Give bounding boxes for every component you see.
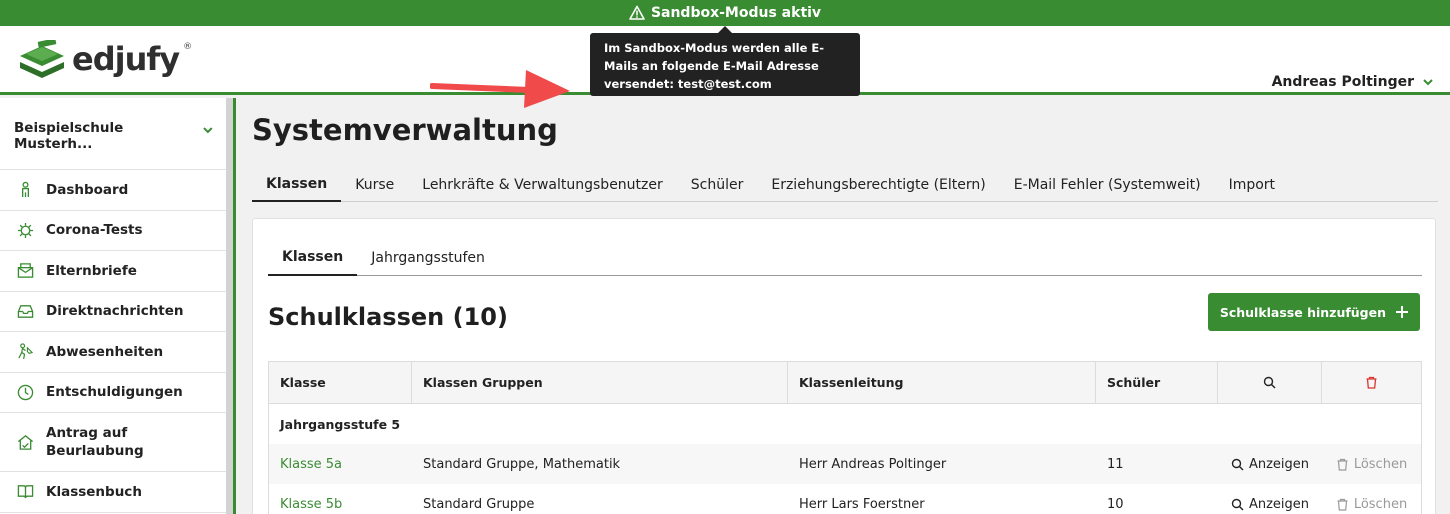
- subtab-jahrgangsstufen[interactable]: Jahrgangsstufen: [357, 239, 499, 276]
- sidebar-item-entschuldigungen[interactable]: Entschuldigungen: [0, 373, 226, 413]
- school-selector[interactable]: Beispielschule Musterh...: [0, 98, 226, 170]
- column-header-show: [1218, 362, 1322, 403]
- sandbox-tooltip: Im Sandbox-Modus werden alle E-Mails an …: [590, 26, 860, 96]
- column-header-schueler[interactable]: Schüler: [1096, 362, 1218, 403]
- delete-label: Löschen: [1353, 456, 1408, 472]
- sidebar-item-abwesenheiten[interactable]: Abwesenheiten: [0, 332, 226, 373]
- user-name: Andreas Poltinger: [1271, 74, 1414, 90]
- plus-icon: [1396, 306, 1408, 318]
- table-header: Klasse Klassen Gruppen Klassenleitung Sc…: [269, 362, 1421, 404]
- chevron-down-icon: [1423, 79, 1433, 86]
- tab-klassen[interactable]: Klassen: [252, 168, 342, 202]
- sidebar-item-label: Dashboard: [46, 181, 129, 198]
- add-schulklasse-button[interactable]: Schulklasse hinzufügen: [1207, 293, 1420, 331]
- class-link[interactable]: Klasse 5a: [269, 444, 412, 484]
- tab-schueler[interactable]: Schüler: [677, 168, 758, 202]
- sandbox-banner-text: Sandbox-Modus aktiv: [650, 5, 822, 21]
- section-title: Schulklassen (10): [268, 303, 508, 331]
- column-header-leitung[interactable]: Klassenleitung: [788, 362, 1096, 403]
- sidebar-item-label: Elternbriefe: [46, 262, 137, 279]
- school-name: Beispielschule Musterh...: [14, 120, 124, 152]
- show-label: Anzeigen: [1248, 456, 1310, 472]
- delete-label: Löschen: [1353, 496, 1408, 512]
- delete-button[interactable]: Löschen: [1322, 484, 1421, 514]
- search-icon: [1231, 498, 1244, 510]
- tab-erziehungsberechtigte[interactable]: Erziehungsberechtigte (Eltern): [757, 168, 999, 202]
- search-icon: [1231, 458, 1244, 470]
- student-count: 11: [1107, 456, 1124, 472]
- sidebar-item-corona-tests[interactable]: Corona-Tests: [0, 211, 226, 251]
- letter-icon: [16, 262, 34, 280]
- subtab-klassen[interactable]: Klassen: [268, 239, 358, 276]
- sub-tabs: Klassen Jahrgangsstufen: [268, 239, 1422, 276]
- sidebar-item-dashboard[interactable]: Dashboard: [0, 170, 226, 211]
- sidebar-item-label: Entschuldigungen: [46, 384, 183, 401]
- sidebar-item-label: Corona-Tests: [46, 222, 143, 239]
- sidebar: Beispielschule Musterh... Dashboard Coro…: [0, 98, 226, 514]
- sidebar-item-elternbriefe[interactable]: Elternbriefe: [0, 251, 226, 292]
- add-button-label: Schulklasse hinzufügen: [1219, 304, 1386, 320]
- student-count: 10: [1107, 496, 1124, 512]
- book-icon: [16, 483, 34, 501]
- page-title: Systemverwaltung: [252, 113, 558, 147]
- plane-person-icon: [16, 343, 34, 361]
- logo-registered: ®: [183, 42, 193, 52]
- sidebar-item-direktnachrichten[interactable]: Direktnachrichten: [0, 292, 226, 332]
- table-row: Klasse 5a Standard Gruppe, Mathematik He…: [269, 444, 1421, 484]
- inbox-icon: [16, 302, 34, 320]
- group-row: Jahrgangsstufe 5: [269, 404, 1421, 444]
- class-groups: Standard Gruppe, Mathematik: [423, 456, 621, 472]
- tab-import[interactable]: Import: [1215, 168, 1289, 202]
- delete-button[interactable]: Löschen: [1322, 444, 1421, 484]
- trash-icon: [1366, 376, 1377, 389]
- show-button[interactable]: Anzeigen: [1218, 444, 1322, 484]
- logo-text: edjufy: [72, 40, 180, 78]
- content-card: Klassen Jahrgangsstufen Schulklassen (10…: [252, 218, 1436, 514]
- house-icon: [16, 433, 34, 451]
- sidebar-item-antrag-beurlaubung[interactable]: Antrag auf Beurlaubung: [0, 413, 226, 472]
- show-label: Anzeigen: [1248, 496, 1310, 512]
- sidebar-item-klassenbuch[interactable]: Klassenbuch: [0, 472, 226, 513]
- tab-lehrkraefte[interactable]: Lehrkräfte & Verwaltungsbenutzer: [408, 168, 677, 202]
- chevron-down-icon: [203, 127, 213, 134]
- tab-email-fehler[interactable]: E-Mail Fehler (Systemweit): [1000, 168, 1215, 202]
- main-tabs: Klassen Kurse Lehrkräfte & Verwaltungsbe…: [252, 168, 1438, 202]
- red-arrow-annotation: [430, 70, 570, 108]
- user-menu[interactable]: Andreas Poltinger: [1272, 74, 1434, 90]
- sidebar-item-label: Klassenbuch: [46, 483, 142, 500]
- search-icon: [1263, 376, 1276, 389]
- clock-icon: [16, 383, 34, 401]
- sidebar-divider: [226, 98, 236, 514]
- sidebar-item-label: Direktnachrichten: [46, 303, 184, 320]
- table-row: Klasse 5b Standard Gruppe Herr Lars Foer…: [269, 484, 1421, 514]
- trash-icon: [1337, 498, 1348, 511]
- class-teacher: Herr Lars Foerstner: [799, 496, 925, 512]
- virus-icon: [16, 221, 34, 239]
- show-button[interactable]: Anzeigen: [1218, 484, 1322, 514]
- warning-icon: [629, 5, 645, 20]
- column-header-klasse[interactable]: Klasse: [269, 362, 412, 403]
- trash-icon: [1337, 458, 1348, 471]
- class-teacher: Herr Andreas Poltinger: [799, 456, 947, 472]
- sidebar-item-label: Antrag auf Beurlaubung: [46, 425, 144, 459]
- sidebar-item-label: Abwesenheiten: [46, 343, 164, 360]
- column-header-gruppen[interactable]: Klassen Gruppen: [412, 362, 788, 403]
- classes-table: Klasse Klassen Gruppen Klassenleitung Sc…: [268, 361, 1422, 514]
- class-link[interactable]: Klasse 5b: [269, 484, 412, 514]
- column-header-delete: [1322, 362, 1421, 403]
- logo[interactable]: edjufy ®: [16, 40, 192, 78]
- person-icon: [16, 181, 34, 199]
- class-groups: Standard Gruppe: [423, 496, 535, 512]
- logo-icon: [20, 40, 64, 78]
- sandbox-banner: Sandbox-Modus aktiv: [0, 0, 1450, 26]
- tab-kurse[interactable]: Kurse: [341, 168, 408, 202]
